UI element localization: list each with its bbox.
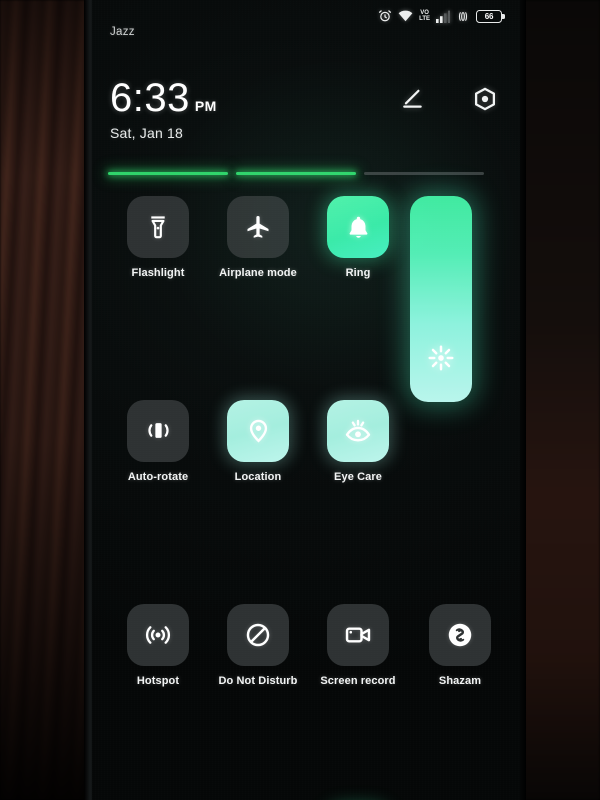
tile-row-1: Flashlight Airplane mode Ring [108, 196, 408, 280]
hotspot-icon [144, 621, 172, 649]
tile-airplane-mode[interactable]: Airplane mode [208, 196, 308, 280]
tile-do-not-disturb-button[interactable] [227, 603, 289, 666]
tile-eye-care-button[interactable] [327, 399, 389, 462]
tile-label: Auto-rotate [127, 470, 189, 483]
wifi-icon [398, 9, 413, 23]
tile-label: Hotspot [136, 674, 180, 687]
edit-tiles-button[interactable] [398, 86, 428, 116]
tile-auto-rotate-button[interactable] [127, 399, 189, 462]
tile-location-button[interactable] [227, 399, 289, 462]
clock-time: 6:33 [110, 76, 190, 120]
tile-label: Eye Care [334, 470, 382, 483]
tile-hotspot-button[interactable] [127, 603, 189, 666]
page-dot-2[interactable] [236, 172, 356, 175]
tile-grid: Flashlight Airplane mode Ring Auto-rotat… [108, 196, 491, 800]
battery-percent-label: 66 [484, 11, 494, 21]
clock-block: 6:33 PM Sat, Jan 18 [110, 78, 217, 141]
alarm-icon [378, 9, 392, 23]
tile-ring[interactable]: Ring [308, 196, 408, 280]
tile-airplane-mode-button[interactable] [227, 196, 289, 258]
battery-icon: 66 [476, 9, 505, 23]
volte-icon: VO LTE [419, 10, 430, 22]
background-surface-left [0, 0, 92, 800]
vibrate-icon [456, 10, 470, 23]
header-actions [398, 86, 500, 116]
tile-label: Do Not Disturb [218, 674, 298, 687]
signal-bars-icon [436, 10, 450, 23]
clock-ampm: PM [194, 98, 217, 114]
tile-screen-record[interactable]: Screen record [308, 603, 408, 688]
quick-settings-panel: Jazz VO LTE 66 6:33 PM Sat, Jan 18 Flash… [92, 0, 520, 800]
brightness-slider[interactable] [410, 196, 472, 402]
tile-do-not-disturb[interactable]: Do Not Disturb [208, 603, 308, 688]
sun-icon [428, 345, 454, 402]
page-dot-1[interactable] [108, 172, 228, 175]
settings-icon [472, 86, 498, 117]
status-icons: VO LTE 66 [378, 9, 505, 23]
tile-screen-record-button[interactable] [327, 603, 389, 666]
phone-photo: Jazz VO LTE 66 6:33 PM Sat, Jan 18 Flash… [0, 0, 600, 800]
tile-ring-button[interactable] [327, 196, 389, 258]
edit-icon [400, 86, 426, 117]
tile-label: Screen record [320, 674, 396, 687]
background-surface-right [524, 0, 600, 800]
tile-hotspot[interactable]: Hotspot [108, 603, 208, 688]
tile-label: Flashlight [131, 267, 185, 279]
tile-row-3: Hotspot Do Not Disturb Screen record Sha… [108, 603, 491, 688]
tile-label: Shazam [438, 674, 482, 687]
tile-eye-care[interactable]: Eye Care [308, 399, 408, 484]
clock-date: Sat, Jan 18 [110, 125, 184, 141]
tile-flashlight[interactable]: Flashlight [108, 196, 208, 280]
page-indicator[interactable] [108, 172, 484, 175]
status-bar: Jazz VO LTE 66 [92, 0, 520, 38]
tile-shazam[interactable]: Shazam [410, 603, 510, 688]
tile-auto-rotate[interactable]: Auto-rotate [108, 399, 208, 484]
auto-rotate-icon [145, 417, 172, 444]
bell-icon [345, 214, 372, 241]
airplane-icon [244, 213, 272, 241]
carrier-label: Jazz [110, 26, 135, 38]
location-pin-icon [245, 417, 272, 444]
flashlight-icon [145, 214, 171, 240]
page-dot-3[interactable] [364, 172, 484, 175]
tile-label: Airplane mode [219, 267, 297, 279]
tile-row-2: Auto-rotate Location Eye Care [108, 399, 408, 484]
tile-location[interactable]: Location [208, 399, 308, 484]
shazam-icon [445, 620, 475, 650]
do-not-disturb-icon [244, 621, 272, 649]
tile-label: Ring [345, 267, 371, 279]
settings-button[interactable] [470, 86, 500, 116]
tile-flashlight-button[interactable] [127, 196, 189, 258]
eye-care-icon [344, 417, 372, 445]
video-camera-icon [344, 621, 372, 649]
tile-label: Location [234, 470, 282, 483]
tile-shazam-button[interactable] [429, 603, 491, 666]
